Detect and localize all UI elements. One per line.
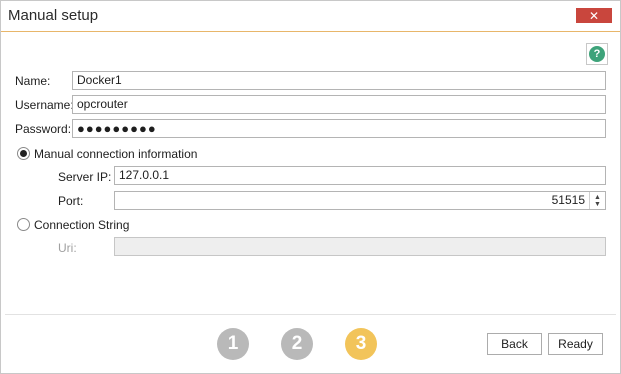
server-ip-input[interactable]: 127.0.0.1 xyxy=(114,166,606,185)
password-label: Password: xyxy=(15,122,72,136)
port-stepper[interactable]: 51515 ▲ ▼ xyxy=(114,191,606,210)
close-button[interactable]: ✕ xyxy=(576,8,612,23)
uri-label: Uri: xyxy=(58,241,77,255)
dialog-window: Manual setup ✕ ? Name: Docker1 Username:… xyxy=(0,0,621,374)
help-button[interactable]: ? xyxy=(586,43,608,65)
step-3-indicator: 3 xyxy=(345,328,377,360)
name-input[interactable]: Docker1 xyxy=(72,71,606,90)
spin-up-icon[interactable]: ▲ xyxy=(594,194,601,201)
connection-string-label[interactable]: Connection String xyxy=(34,218,129,232)
manual-connection-radio[interactable] xyxy=(17,147,30,160)
password-input[interactable]: ●●●●●●●●● xyxy=(72,119,606,138)
port-value: 51515 xyxy=(551,193,585,207)
name-label: Name: xyxy=(15,74,51,88)
close-icon: ✕ xyxy=(588,8,600,23)
help-icon: ? xyxy=(589,46,605,62)
username-label: Username: xyxy=(15,98,74,112)
dialog-title: Manual setup xyxy=(8,7,99,24)
connection-string-radio[interactable] xyxy=(17,218,30,231)
step-2-indicator: 2 xyxy=(281,328,313,360)
footer-divider xyxy=(5,314,616,315)
server-ip-label: Server IP: xyxy=(58,170,112,184)
manual-connection-label[interactable]: Manual connection information xyxy=(34,147,197,161)
username-input[interactable]: opcrouter xyxy=(72,95,606,114)
radio-selected-dot xyxy=(20,150,27,157)
port-spinner[interactable]: ▲ ▼ xyxy=(589,192,605,209)
ready-button[interactable]: Ready xyxy=(548,333,603,355)
title-bar: Manual setup ✕ xyxy=(1,1,620,32)
spin-down-icon[interactable]: ▼ xyxy=(594,201,601,208)
back-button[interactable]: Back xyxy=(487,333,542,355)
uri-input[interactable] xyxy=(114,237,606,256)
port-label: Port: xyxy=(58,194,84,208)
step-1-indicator: 1 xyxy=(217,328,249,360)
